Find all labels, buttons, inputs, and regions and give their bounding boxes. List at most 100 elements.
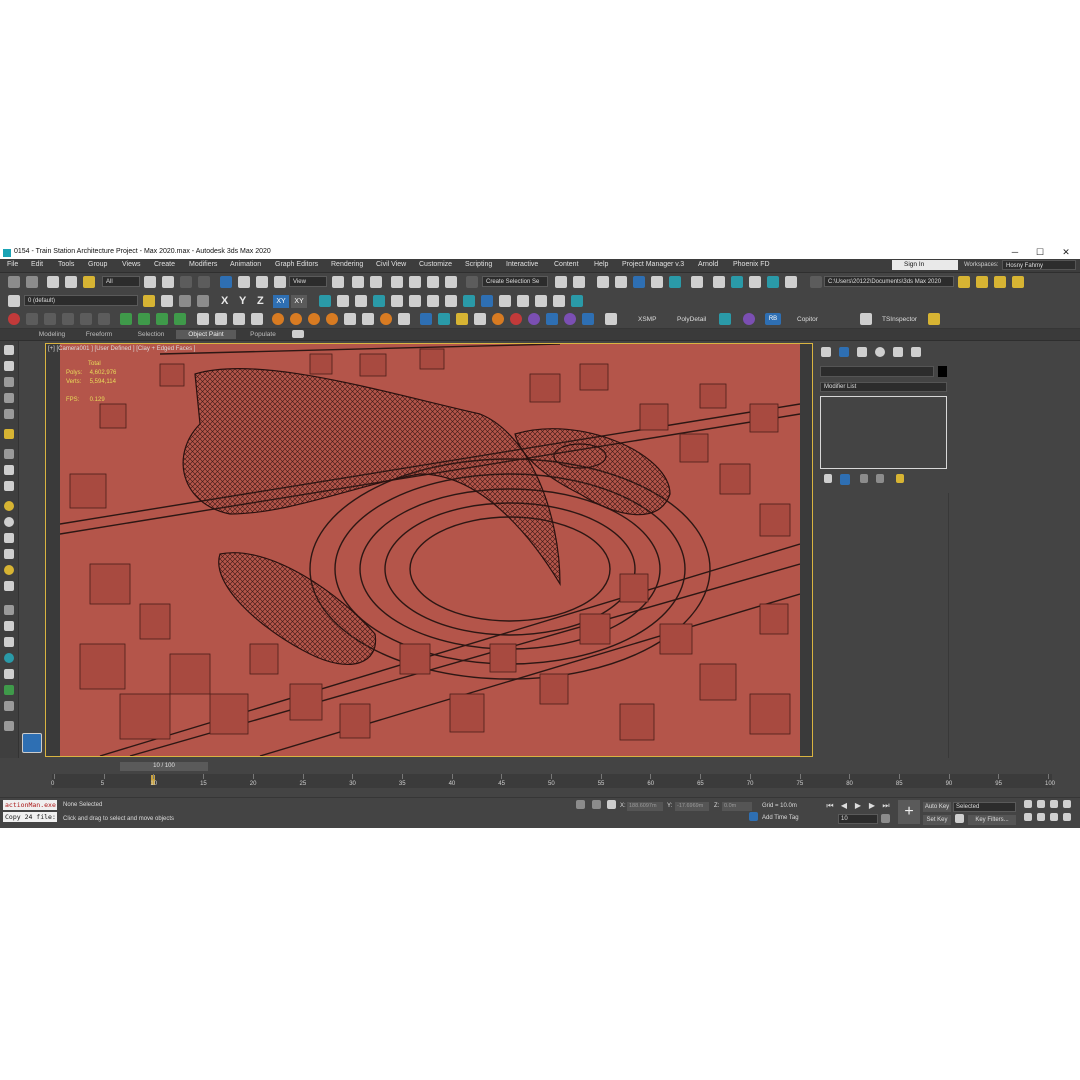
- menu-create[interactable]: Create: [154, 261, 175, 268]
- pan-icon[interactable]: [1037, 813, 1045, 821]
- stack-icon[interactable]: [4, 409, 14, 419]
- scroll-arrow-icon[interactable]: [4, 721, 14, 731]
- layers-icon[interactable]: [8, 295, 20, 307]
- remove-modifier-icon[interactable]: [876, 474, 884, 483]
- phoenix-vortex-icon[interactable]: [398, 313, 410, 325]
- scene-explorer-icon[interactable]: [597, 276, 609, 288]
- menu-group[interactable]: Group: [88, 261, 107, 268]
- phoenix-source-icon[interactable]: [308, 313, 320, 325]
- curve-editor-icon[interactable]: [651, 276, 663, 288]
- mask-icon[interactable]: [4, 481, 14, 491]
- current-layer-dropdown[interactable]: 0 (default): [24, 295, 138, 306]
- field-of-view-icon[interactable]: [1024, 813, 1032, 821]
- tab-object-paint[interactable]: Object Paint: [176, 330, 236, 339]
- pivot-center-icon[interactable]: [332, 276, 344, 288]
- pyramid-icon[interactable]: [4, 669, 14, 679]
- unlink-icon[interactable]: [65, 276, 77, 288]
- orbit-icon[interactable]: [1050, 813, 1058, 821]
- xsmp-button[interactable]: XSMP: [638, 316, 656, 323]
- leaf-icon[interactable]: [4, 637, 14, 647]
- phoenix-wind-icon[interactable]: [344, 313, 356, 325]
- sun-icon[interactable]: [337, 295, 349, 307]
- set-key-button[interactable]: Set Key: [923, 815, 951, 825]
- camera-viewport[interactable]: Total Polys: 4,602,976 Verts: 5,594,114 …: [60, 344, 800, 756]
- absolute-mode-icon[interactable]: [607, 800, 616, 809]
- maxscript-listener-input[interactable]: Copy 24 file:: [3, 812, 57, 822]
- selection-lock-icon[interactable]: [592, 800, 601, 809]
- phoenix-mug-icon[interactable]: [456, 313, 468, 325]
- select-scale-icon[interactable]: [256, 276, 268, 288]
- phoenix-ocean-icon[interactable]: [546, 313, 558, 325]
- menu-scripting[interactable]: Scripting: [465, 261, 492, 268]
- key-mode-selection-dropdown[interactable]: Selected: [953, 802, 1016, 812]
- key-filters-button[interactable]: Key Filters...: [968, 815, 1016, 825]
- axis-xy-button[interactable]: XY: [273, 295, 289, 308]
- display-tab-icon[interactable]: [893, 347, 903, 357]
- phoenix-bottle-icon[interactable]: [492, 313, 504, 325]
- grass-icon[interactable]: [4, 449, 14, 459]
- stop-icon[interactable]: [233, 313, 245, 325]
- keyboard-shortcut-icon[interactable]: [370, 276, 382, 288]
- project-folder-icon[interactable]: [810, 276, 822, 288]
- plugin-block-icon[interactable]: [156, 313, 168, 325]
- place-highlight-icon[interactable]: [499, 295, 511, 307]
- terrain-icon[interactable]: [4, 377, 14, 387]
- modify-tab-icon[interactable]: [839, 347, 849, 357]
- close-button[interactable]: ✕: [1053, 246, 1079, 259]
- axis-xy-cycle-button[interactable]: XY: [291, 295, 307, 308]
- phoenix-water-icon[interactable]: [438, 313, 450, 325]
- plugin-move-icon[interactable]: [120, 313, 132, 325]
- phoenix-torch-icon[interactable]: [380, 313, 392, 325]
- menu-interactive[interactable]: Interactive: [506, 261, 538, 268]
- object-name-field[interactable]: [820, 366, 934, 377]
- menu-customize[interactable]: Customize: [419, 261, 452, 268]
- align-camera-icon[interactable]: [517, 295, 529, 307]
- menu-help[interactable]: Help: [594, 261, 608, 268]
- z-coord-field[interactable]: 0.0m: [722, 802, 752, 811]
- teapot-icon[interactable]: [553, 295, 565, 307]
- render-setup-icon[interactable]: [713, 276, 725, 288]
- modifier-stack[interactable]: [820, 396, 947, 469]
- menu-file[interactable]: File: [7, 261, 18, 268]
- plant-icon[interactable]: [4, 685, 14, 695]
- utilities-tab-icon[interactable]: [911, 347, 921, 357]
- ribbon-options-icon[interactable]: [292, 330, 304, 338]
- maximize-viewport-icon[interactable]: [1063, 813, 1071, 821]
- menu-phoenix-fd[interactable]: Phoenix FD: [733, 261, 770, 268]
- viewport-label[interactable]: [+] [Camera001 ] [User Defined ] [Clay +…: [48, 346, 195, 352]
- project-path-dropdown[interactable]: C:\Users\20122\Documents\3ds Max 2020: [824, 276, 954, 287]
- show-end-result-icon[interactable]: [840, 474, 850, 485]
- tsinspector-icon[interactable]: [860, 313, 872, 325]
- frame-slider[interactable]: 10 / 100: [120, 762, 208, 771]
- axis-z-button[interactable]: Z: [257, 295, 264, 307]
- globe-icon[interactable]: [4, 653, 14, 663]
- reference-coordinate-dropdown[interactable]: View: [289, 276, 327, 287]
- zoom-icon[interactable]: [1024, 800, 1032, 808]
- trash-icon[interactable]: [251, 313, 263, 325]
- menu-edit[interactable]: Edit: [31, 261, 43, 268]
- layer-manager-icon[interactable]: [161, 295, 173, 307]
- time-configuration-icon[interactable]: [881, 814, 890, 823]
- balloon-icon[interactable]: [4, 429, 14, 439]
- align-icon[interactable]: [573, 276, 585, 288]
- select-object-icon[interactable]: [144, 276, 156, 288]
- motion-tab-icon[interactable]: [875, 347, 885, 357]
- menu-content[interactable]: Content: [554, 261, 579, 268]
- plugin-burst-icon[interactable]: [174, 313, 186, 325]
- go-to-end-icon[interactable]: ⏭: [881, 801, 891, 810]
- wave-icon[interactable]: [4, 465, 14, 475]
- project-template-icon[interactable]: [994, 276, 1006, 288]
- time-tag-icon[interactable]: [749, 812, 758, 821]
- create-tab-icon[interactable]: [821, 347, 831, 357]
- sphere-icon[interactable]: [4, 501, 14, 511]
- circle-icon[interactable]: [4, 517, 14, 527]
- object-color-swatch[interactable]: [938, 366, 947, 377]
- named-selection-dropdown[interactable]: Create Selection Se: [482, 276, 548, 287]
- phoenix-splash-icon[interactable]: [564, 313, 576, 325]
- viewport-layout-icon[interactable]: [22, 733, 42, 753]
- plugin-wave-icon[interactable]: [98, 313, 110, 325]
- undo-icon[interactable]: [8, 276, 20, 288]
- select-manipulate-icon[interactable]: [352, 276, 364, 288]
- x-coord-field[interactable]: 188.6097m: [627, 802, 663, 811]
- add-time-tag-button[interactable]: Add Time Tag: [762, 815, 799, 821]
